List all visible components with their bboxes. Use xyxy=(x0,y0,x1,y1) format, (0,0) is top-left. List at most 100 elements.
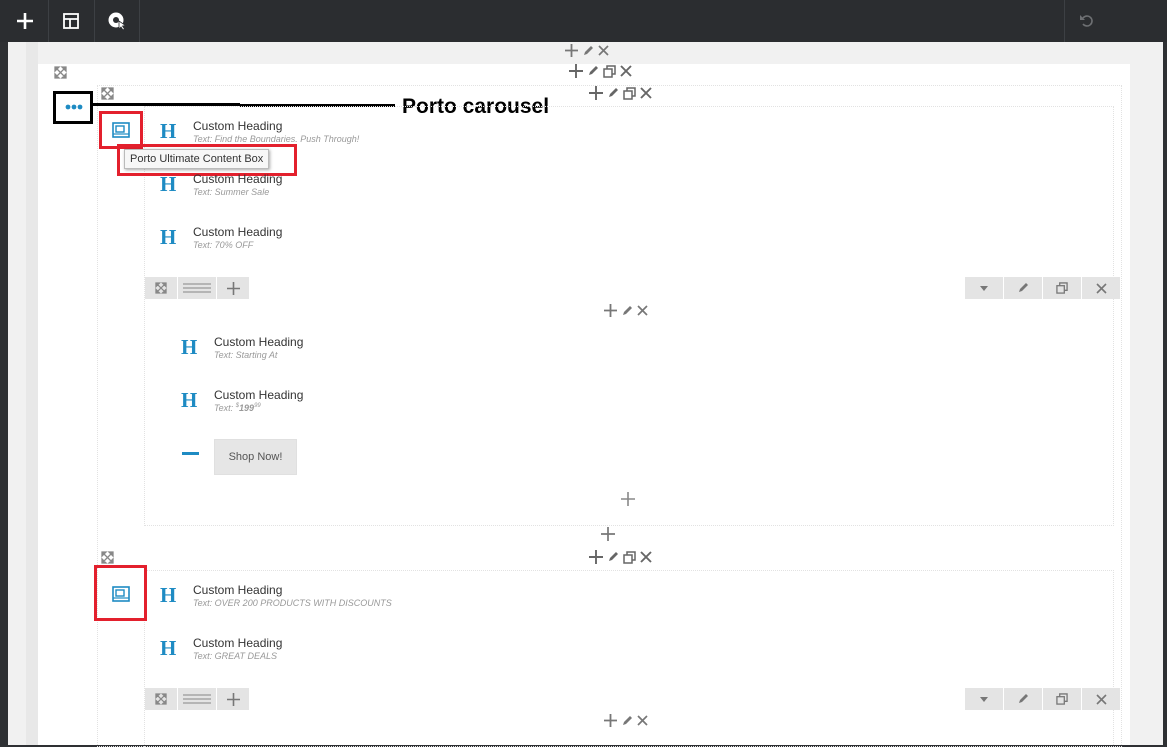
close-icon[interactable] xyxy=(637,715,648,726)
plus-icon[interactable] xyxy=(604,714,617,727)
heading-title[interactable]: Custom Heading xyxy=(214,335,303,349)
heading-icon: H xyxy=(160,583,177,607)
plus-icon[interactable] xyxy=(621,492,635,506)
heading-text: Text: Summer Sale xyxy=(193,187,270,197)
preview-button[interactable] xyxy=(94,0,140,42)
plus-icon xyxy=(226,281,240,295)
expand-icon[interactable] xyxy=(101,87,114,100)
pencil-icon[interactable] xyxy=(587,65,599,77)
expand-icon xyxy=(155,693,167,705)
section-controls xyxy=(565,44,609,57)
undo-icon xyxy=(1080,15,1093,27)
row-move-button[interactable] xyxy=(145,688,177,710)
heading-title[interactable]: Custom Heading xyxy=(193,119,282,133)
heading-text: Text: 70% OFF xyxy=(193,240,254,250)
pencil-icon[interactable] xyxy=(621,715,633,727)
toolbar-divider xyxy=(139,0,140,42)
caret-down-icon xyxy=(980,285,988,291)
heading-icon: H xyxy=(181,388,198,412)
row-add-button[interactable] xyxy=(217,277,249,299)
heading-text-price: Text: $19999 xyxy=(214,401,261,414)
pencil-icon xyxy=(1019,283,1028,292)
ellipsis-icon[interactable] xyxy=(65,103,83,111)
column-controls xyxy=(604,304,648,317)
close-icon[interactable] xyxy=(620,65,632,77)
button-element-icon xyxy=(182,452,199,455)
content-box-icon[interactable] xyxy=(112,586,130,602)
pencil-icon[interactable] xyxy=(621,305,633,317)
drag-handle-icon xyxy=(183,694,211,704)
heading-icon: H xyxy=(160,636,177,660)
plus-icon[interactable] xyxy=(601,527,615,541)
expand-icon[interactable] xyxy=(54,66,67,79)
heading-title[interactable]: Custom Heading xyxy=(193,172,282,186)
row-toggle-button[interactable] xyxy=(965,277,1003,299)
heading-title[interactable]: Custom Heading xyxy=(193,583,282,597)
row-layout-button[interactable] xyxy=(178,688,216,710)
row-edit-button[interactable] xyxy=(1004,688,1042,710)
canvas-border xyxy=(1163,42,1167,745)
top-toolbar xyxy=(0,0,1167,42)
row-delete-button[interactable] xyxy=(1082,277,1120,299)
clone-icon[interactable] xyxy=(623,86,636,100)
row-controls xyxy=(569,64,632,78)
row-edit-button[interactable] xyxy=(1004,277,1042,299)
heading-text: Text: Starting At xyxy=(214,350,278,360)
clone-icon[interactable] xyxy=(603,64,616,78)
plus-icon[interactable] xyxy=(589,86,603,100)
heading-title[interactable]: Custom Heading xyxy=(193,225,282,239)
close-icon[interactable] xyxy=(640,551,652,563)
plus-icon[interactable] xyxy=(565,44,578,57)
heading-text: Text: GREAT DEALS xyxy=(193,651,278,661)
heading-title[interactable]: Custom Heading xyxy=(193,636,282,650)
heading-icon: H xyxy=(181,335,198,359)
element-tooltip: Porto Ultimate Content Box xyxy=(124,149,270,169)
heading-icon: H xyxy=(160,172,177,196)
plus-icon[interactable] xyxy=(604,304,617,317)
row-delete-button[interactable] xyxy=(1082,688,1120,710)
price-amount: 199 xyxy=(239,403,255,413)
close-icon[interactable] xyxy=(637,305,648,316)
element-controls xyxy=(589,86,652,100)
pencil-icon[interactable] xyxy=(582,45,594,57)
inner-row-controls-right xyxy=(965,688,1121,710)
inner-row-controls-right xyxy=(965,277,1121,299)
heading-icon: H xyxy=(160,225,177,249)
pencil-icon[interactable] xyxy=(607,551,619,563)
expand-icon xyxy=(155,282,167,294)
row-toggle-button[interactable] xyxy=(965,688,1003,710)
price-cents: 99 xyxy=(254,403,261,409)
layout-icon xyxy=(63,13,79,29)
templates-button[interactable] xyxy=(48,0,94,42)
caret-down-icon xyxy=(980,696,988,702)
clone-icon xyxy=(1056,282,1068,294)
plus-icon xyxy=(226,692,240,706)
undo-button[interactable] xyxy=(1064,0,1110,42)
row-add-button[interactable] xyxy=(217,688,249,710)
inner-row-controls-left xyxy=(145,688,250,710)
row-move-button[interactable] xyxy=(145,277,177,299)
preview-icon xyxy=(108,12,127,31)
heading-text: Text: OVER 200 PRODUCTS WITH DISCOUNTS xyxy=(193,598,392,608)
close-icon[interactable] xyxy=(640,87,652,99)
close-icon[interactable] xyxy=(598,45,609,56)
plus-icon xyxy=(17,13,33,29)
content-box-icon[interactable] xyxy=(112,122,130,138)
canvas-gutter xyxy=(26,42,38,745)
element-controls xyxy=(589,550,652,564)
heading-title[interactable]: Custom Heading xyxy=(214,388,303,402)
plus-icon[interactable] xyxy=(589,550,603,564)
close-icon xyxy=(1095,693,1107,705)
row-clone-button[interactable] xyxy=(1043,688,1081,710)
row-layout-button[interactable] xyxy=(178,277,216,299)
expand-icon[interactable] xyxy=(101,551,114,564)
plus-icon[interactable] xyxy=(569,64,583,78)
shop-now-button[interactable]: Shop Now! xyxy=(214,439,297,475)
price-prefix: Text: xyxy=(214,403,236,413)
drag-handle-icon xyxy=(183,283,211,293)
clone-icon[interactable] xyxy=(623,550,636,564)
column-controls xyxy=(604,714,648,727)
row-clone-button[interactable] xyxy=(1043,277,1081,299)
pencil-icon[interactable] xyxy=(607,87,619,99)
add-element-button[interactable] xyxy=(2,0,48,42)
